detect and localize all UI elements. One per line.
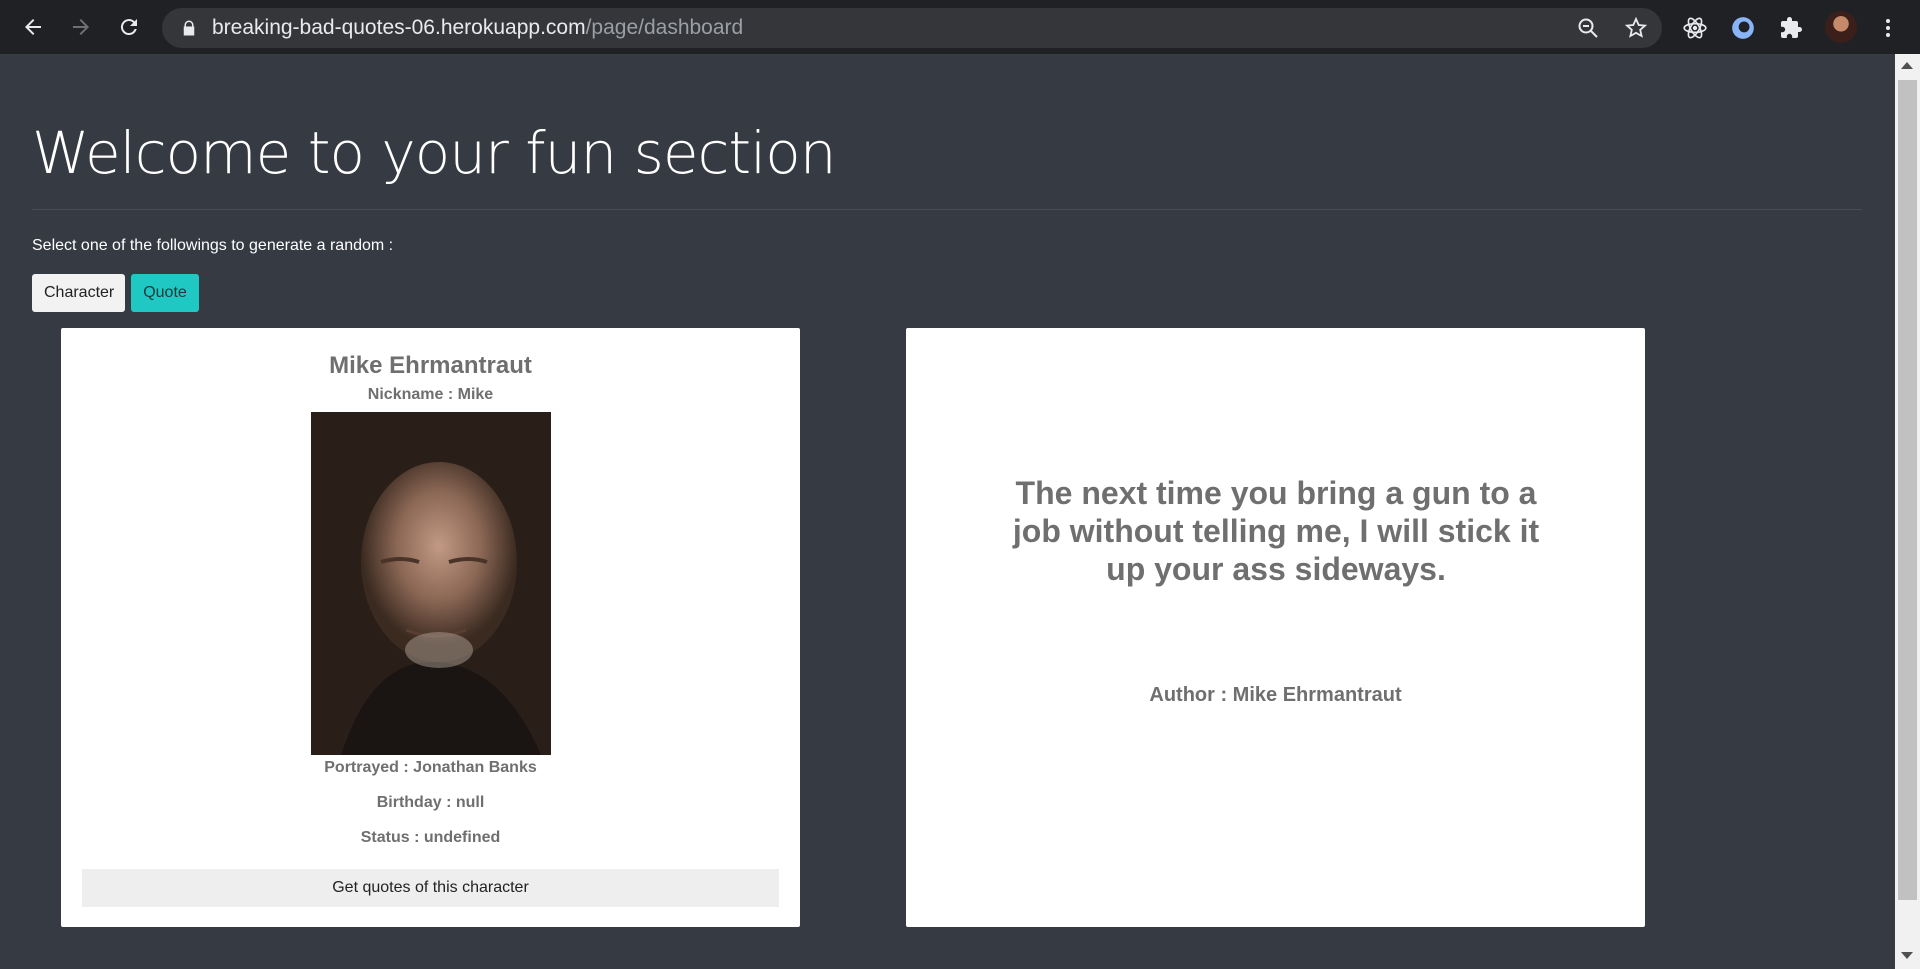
star-icon[interactable] bbox=[1624, 16, 1648, 40]
scrollbar-thumb[interactable] bbox=[1898, 80, 1917, 900]
instruction-text: Select one of the followings to generate… bbox=[32, 237, 394, 254]
url-path: /page/dashboard bbox=[585, 16, 744, 39]
address-bar[interactable]: breaking-bad-quotes-06.herokuapp.com/pag… bbox=[162, 8, 1662, 48]
menu-icon[interactable] bbox=[1874, 14, 1902, 42]
character-portrayed: Portrayed : Jonathan Banks bbox=[324, 759, 537, 776]
quote-card: The next time you bring a gun to a job w… bbox=[906, 328, 1645, 927]
puzzle-icon[interactable] bbox=[1777, 14, 1805, 42]
quote-button[interactable]: Quote bbox=[131, 274, 199, 312]
page-title: Welcome to your fun section bbox=[32, 119, 837, 187]
character-card: Mike Ehrmantraut Nickname : Mike Portray… bbox=[61, 328, 800, 927]
profile-avatar[interactable] bbox=[1825, 11, 1857, 43]
get-quotes-button[interactable]: Get quotes of this character bbox=[82, 869, 779, 907]
zoom-out-icon[interactable] bbox=[1576, 16, 1600, 40]
divider bbox=[32, 209, 1862, 210]
quote-text: The next time you bring a gun to a job w… bbox=[1012, 475, 1540, 587]
url-domain: breaking-bad-quotes-06.herokuapp.com bbox=[212, 16, 586, 39]
lock-icon[interactable] bbox=[180, 19, 198, 37]
browser-toolbar: breaking-bad-quotes-06.herokuapp.com/pag… bbox=[0, 0, 1920, 54]
character-name: Mike Ehrmantraut bbox=[329, 352, 532, 379]
character-button[interactable]: Character bbox=[32, 274, 125, 312]
url-text[interactable]: breaking-bad-quotes-06.herokuapp.com/pag… bbox=[212, 8, 743, 48]
character-status: Status : undefined bbox=[360, 829, 501, 846]
back-icon[interactable] bbox=[16, 10, 50, 44]
scroll-down-icon[interactable] bbox=[1901, 952, 1913, 959]
extension-circle-icon[interactable] bbox=[1729, 14, 1757, 42]
page-content: Welcome to your fun section Select one o… bbox=[0, 54, 1895, 969]
forward-icon[interactable] bbox=[64, 10, 98, 44]
reload-icon[interactable] bbox=[112, 10, 146, 44]
character-birthday: Birthday : null bbox=[376, 794, 485, 811]
character-nickname: Nickname : Mike bbox=[367, 386, 494, 403]
react-icon[interactable] bbox=[1681, 14, 1709, 42]
quote-author: Author : Mike Ehrmantraut bbox=[1149, 684, 1402, 706]
scroll-up-icon[interactable] bbox=[1901, 62, 1913, 69]
character-photo bbox=[311, 412, 551, 755]
